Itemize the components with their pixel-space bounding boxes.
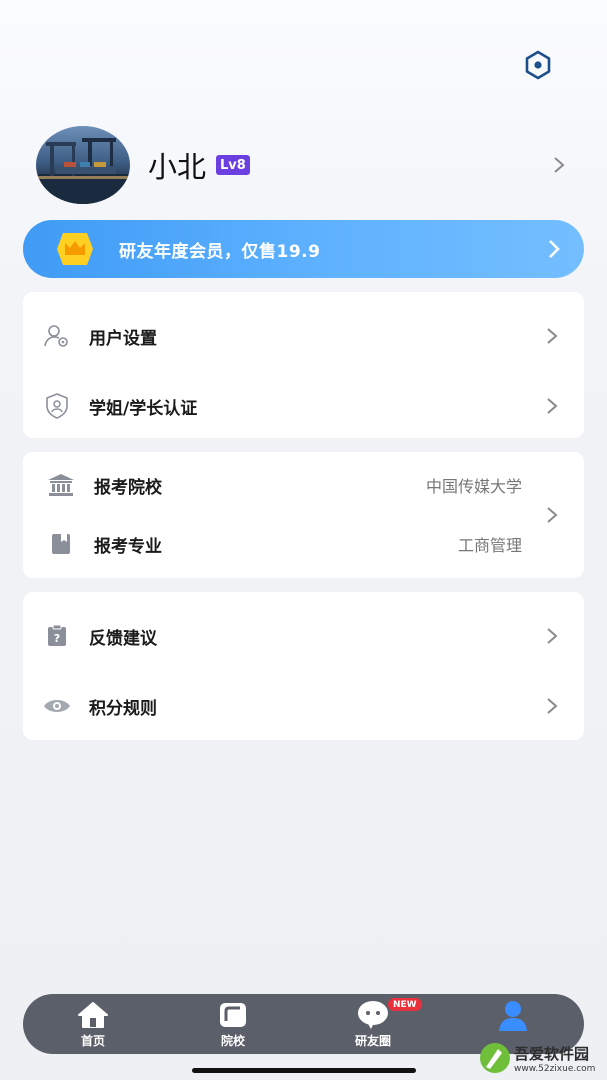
menu-item-label: 报考院校 [94,477,162,498]
chevron-right-icon [547,328,558,344]
eye-icon [43,692,71,720]
watermark-url: www.52zixue.com [514,1063,596,1074]
tab-label: 首页 [80,1034,105,1048]
feedback-icon: ? [43,622,71,650]
watermark-title: 吾爱软件园 [514,1044,590,1063]
menu-item-label: 学姐/学长认证 [89,398,198,419]
menu-item-label: 积分规则 [89,698,157,719]
tab-school[interactable]: 院校 [193,994,273,1054]
svg-text:?: ? [54,632,60,645]
watermark-logo-icon [480,1043,510,1073]
menu-item-senior-verification[interactable]: 学姐/学长认证 [23,386,584,426]
home-icon [76,1000,110,1030]
book-icon [47,530,75,558]
menu-item-label: 用户设置 [89,328,157,349]
other-card: ? 反馈建议 积分规则 [23,592,584,740]
settings-button[interactable] [522,49,554,81]
home-indicator [192,1068,416,1073]
user-settings-icon [43,322,71,350]
menu-item-target-university: 报考院校 中国传媒大学 [23,465,584,505]
menu-item-label: 反馈建议 [89,628,157,649]
vip-banner-text: 研友年度会员，仅售19.9 [119,241,321,262]
hexagon-settings-icon [525,50,551,80]
school-icon [216,1000,250,1030]
new-badge: NEW [388,998,422,1011]
watermark: 吾爱软件园 www.52zixue.com [478,1036,606,1080]
tab-home[interactable]: 首页 [53,994,133,1054]
chevron-right-icon [547,698,558,714]
menu-item-target-major: 报考专业 工商管理 [23,524,584,564]
chevron-right-icon [547,398,558,414]
chevron-right-icon [549,240,560,258]
chevron-right-icon [554,157,565,173]
menu-item-points-rules[interactable]: 积分规则 [23,686,584,726]
target-university-value: 中国传媒大学 [425,477,522,496]
avatar[interactable] [36,126,130,204]
chat-icon [356,1000,390,1030]
menu-item-label: 报考专业 [94,536,162,557]
menu-item-feedback[interactable]: ? 反馈建议 [23,616,584,656]
university-icon [47,471,75,499]
profile-icon [496,1000,530,1031]
menu-item-user-settings[interactable]: 用户设置 [23,316,584,356]
tab-label: 院校 [220,1034,245,1048]
username: 小北 [148,150,207,184]
target-major-value: 工商管理 [457,536,522,555]
shield-user-icon [43,392,71,420]
vip-membership-banner[interactable]: 研友年度会员，仅售19.9 [23,220,584,278]
crown-icon [55,231,95,267]
exam-target-card[interactable]: 报考院校 中国传媒大学 报考专业 工商管理 [23,452,584,578]
profile-row[interactable]: 小北 Lv8 [36,125,572,205]
chevron-right-icon [547,507,558,523]
account-card: 用户设置 学姐/学长认证 [23,292,584,438]
chevron-right-icon [547,628,558,644]
tab-label: 研友圈 [354,1034,391,1048]
level-badge: Lv8 [216,155,250,175]
